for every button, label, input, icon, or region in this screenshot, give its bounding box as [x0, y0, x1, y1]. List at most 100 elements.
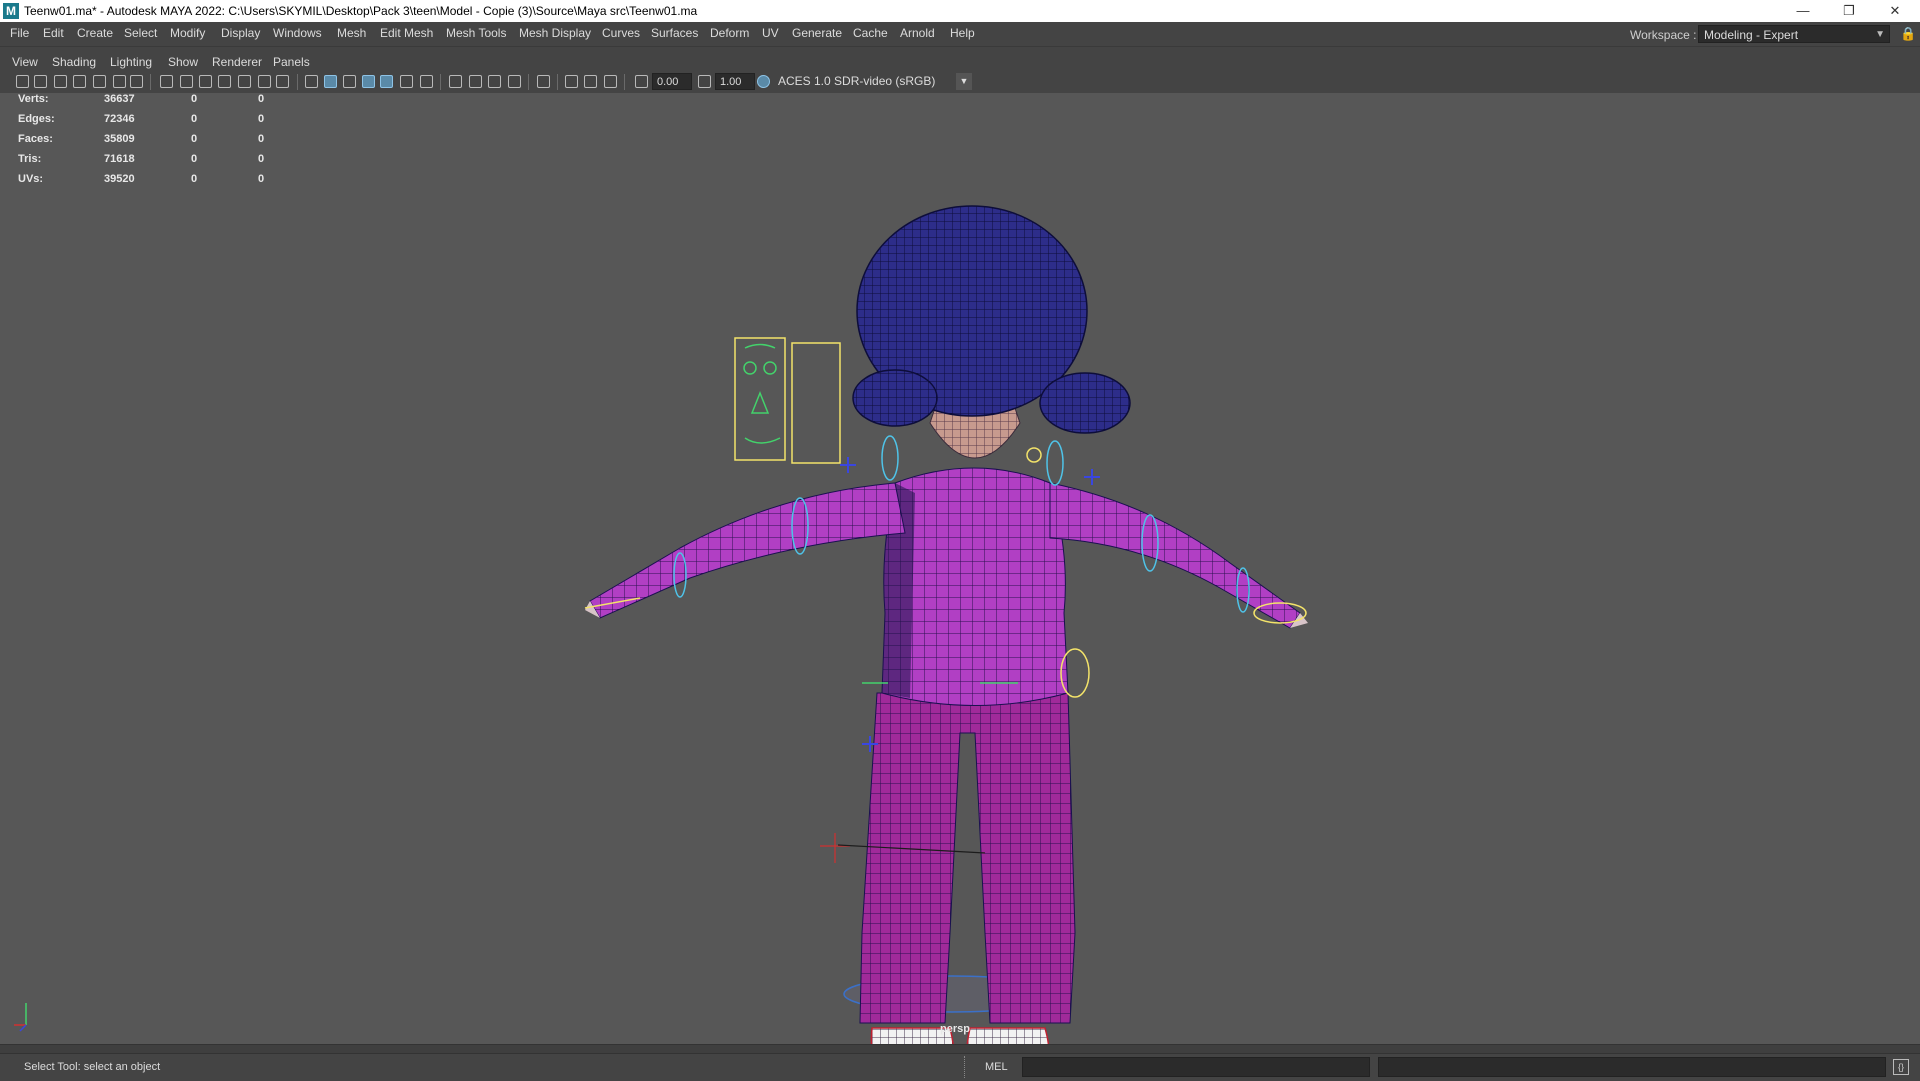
grid-icon[interactable]	[160, 75, 173, 88]
menu-mesh[interactable]: Mesh	[337, 26, 366, 40]
panel-menubar: View Shading Lighting Show Renderer Pane…	[0, 54, 1920, 72]
screen-space-ao-icon[interactable]	[449, 75, 462, 88]
hair-mesh[interactable]	[852, 205, 1131, 434]
hud-value: 0	[258, 93, 265, 105]
face-control-panel[interactable]	[734, 337, 841, 464]
restore-button[interactable]: ❐	[1826, 0, 1872, 22]
wireframe-icon[interactable]	[305, 75, 318, 88]
menu-surfaces[interactable]: Surfaces	[651, 26, 698, 40]
color-space-value: ACES 1.0 SDR-video (sRGB)	[778, 74, 936, 88]
right-arm-mesh[interactable]	[1049, 482, 1308, 629]
menu-deform[interactable]: Deform	[710, 26, 749, 40]
menu-display[interactable]: Display	[221, 26, 260, 40]
workspace-value: Modeling - Expert	[1704, 28, 1799, 42]
panel-menu-shading[interactable]: Shading	[52, 55, 96, 69]
drag-handle[interactable]	[964, 1056, 971, 1078]
toolbar-divider	[624, 74, 625, 90]
left-arm-mesh[interactable]	[585, 482, 906, 619]
menu-generate[interactable]: Generate	[792, 26, 842, 40]
hud-value: 0	[258, 113, 265, 125]
menu-modify[interactable]: Modify	[170, 26, 205, 40]
menu-edit[interactable]: Edit	[43, 26, 64, 40]
help-line: Select Tool: select an object	[24, 1061, 161, 1073]
toolbar-divider	[440, 74, 441, 90]
toolbar-divider	[557, 74, 558, 90]
command-line-bar: Select Tool: select an object MEL {}	[0, 1053, 1920, 1081]
pencil-icon[interactable]	[130, 75, 143, 88]
resolution-gate-icon[interactable]	[199, 75, 212, 88]
menu-file[interactable]: File	[10, 26, 29, 40]
lock-icon[interactable]: 🔒	[1900, 26, 1916, 42]
safe-action-icon[interactable]	[258, 75, 271, 88]
main-menubar: File Edit Create Select Modify Display W…	[0, 22, 1920, 47]
viewport-persp[interactable]: Verts: 36637 0 0 Edges: 72346 0 0 Faces:…	[0, 93, 1920, 1044]
menu-curves[interactable]: Curves	[602, 26, 640, 40]
2d-pan-zoom-icon[interactable]	[93, 75, 106, 88]
select-camera-icon[interactable]	[16, 75, 29, 88]
anti-aliasing-icon[interactable]	[488, 75, 501, 88]
hud-value: 0	[258, 133, 265, 145]
menu-select[interactable]: Select	[124, 26, 157, 40]
hud-value: 0	[258, 173, 265, 185]
xray-icon[interactable]	[565, 75, 578, 88]
script-editor-icon[interactable]: {}	[1893, 1059, 1909, 1075]
hud-value: 0	[191, 153, 198, 165]
panel-menu-panels[interactable]: Panels	[273, 55, 310, 69]
film-gate-icon[interactable]	[180, 75, 193, 88]
wireframe-on-shaded-icon[interactable]	[362, 75, 375, 88]
command-input[interactable]	[1022, 1057, 1370, 1077]
panel-menu-renderer[interactable]: Renderer	[212, 55, 262, 69]
panel-menu-lighting[interactable]: Lighting	[110, 55, 152, 69]
menu-mesh-display[interactable]: Mesh Display	[519, 26, 591, 40]
hud-value: 72346	[104, 113, 135, 125]
image-plane-icon[interactable]	[73, 75, 86, 88]
camera-attributes-icon[interactable]	[34, 75, 47, 88]
menu-edit-mesh[interactable]: Edit Mesh	[380, 26, 433, 40]
field-chart-icon[interactable]	[238, 75, 251, 88]
toolbar-divider	[528, 74, 529, 90]
camera-name: persp	[940, 1023, 970, 1035]
workspace-label: Workspace :	[1630, 28, 1697, 42]
pants-mesh[interactable]	[859, 692, 1076, 1024]
minimize-button[interactable]: —	[1780, 0, 1826, 22]
lights-icon[interactable]	[400, 75, 413, 88]
exposure-field[interactable]: 0.00	[652, 73, 692, 90]
xray-components-icon[interactable]	[604, 75, 617, 88]
depth-of-field-icon[interactable]	[508, 75, 521, 88]
menu-help[interactable]: Help	[950, 26, 975, 40]
exposure-icon[interactable]	[635, 75, 648, 88]
hud-value: 39520	[104, 173, 135, 185]
sweater-mesh[interactable]	[881, 467, 1069, 706]
color-management-icon[interactable]	[757, 75, 770, 88]
gate-mask-icon[interactable]	[218, 75, 231, 88]
workspace-dropdown[interactable]: Modeling - Expert ▼	[1698, 25, 1890, 43]
gamma-field[interactable]: 1.00	[715, 73, 755, 90]
panel-menu-show[interactable]: Show	[168, 55, 198, 69]
menu-arnold[interactable]: Arnold	[900, 26, 935, 40]
menu-cache[interactable]: Cache	[853, 26, 888, 40]
maya-logo-icon: M	[3, 3, 19, 19]
menu-create[interactable]: Create	[77, 26, 113, 40]
gamma-icon[interactable]	[698, 75, 711, 88]
safe-title-icon[interactable]	[276, 75, 289, 88]
close-button[interactable]: ✕	[1872, 0, 1918, 22]
motion-blur-icon[interactable]	[469, 75, 482, 88]
menu-uv[interactable]: UV	[762, 26, 779, 40]
color-space-dropdown[interactable]: ACES 1.0 SDR-video (sRGB) ▼	[774, 73, 974, 90]
hud-label: Verts:	[18, 93, 49, 105]
panel-menu-view[interactable]: View	[12, 55, 38, 69]
bookmark-icon[interactable]	[54, 75, 67, 88]
xray-joints-icon[interactable]	[584, 75, 597, 88]
toolbar-divider	[150, 74, 151, 90]
grease-pencil-icon[interactable]	[113, 75, 126, 88]
menu-windows[interactable]: Windows	[273, 26, 322, 40]
use-default-material-icon[interactable]	[343, 75, 356, 88]
smooth-shade-icon[interactable]	[324, 75, 337, 88]
textured-icon[interactable]	[380, 75, 393, 88]
menu-mesh-tools[interactable]: Mesh Tools	[446, 26, 506, 40]
command-language-toggle[interactable]: MEL	[985, 1061, 1008, 1073]
shadows-icon[interactable]	[420, 75, 433, 88]
isolate-select-icon[interactable]	[537, 75, 550, 88]
scene-canvas[interactable]	[0, 93, 1920, 1044]
command-result-field	[1378, 1057, 1886, 1077]
